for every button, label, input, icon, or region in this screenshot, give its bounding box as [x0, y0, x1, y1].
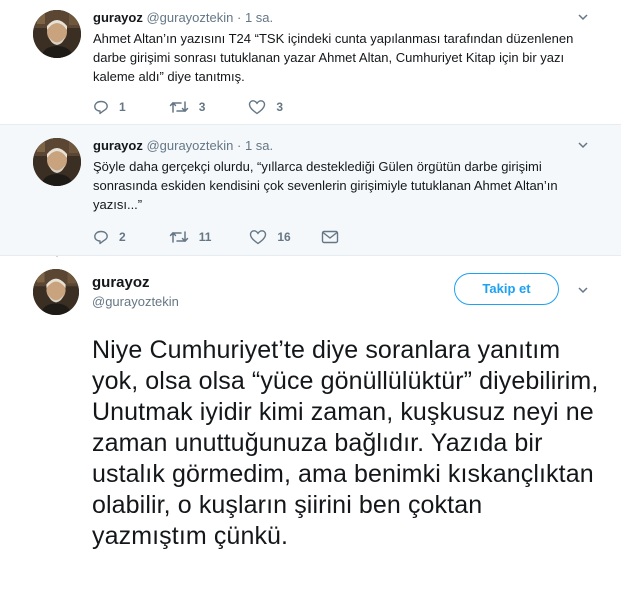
retweet-icon: [169, 231, 188, 243]
reply-count: 1: [119, 100, 126, 114]
author-handle[interactable]: @gurayoztekin: [146, 138, 233, 153]
tweet-text: Şöyle daha gerçekçi olurdu, “yıllarca de…: [93, 159, 558, 212]
tweet-header: gurayoz @gurayoztekin · 1 sa.: [93, 138, 273, 153]
author-name[interactable]: gurayoz: [93, 138, 143, 153]
reply-button[interactable]: 1: [93, 99, 126, 115]
reply-button[interactable]: 2: [93, 229, 126, 245]
tweet-actions: 1 3 3: [93, 99, 326, 115]
tweet-header: gurayoz @gurayoztekin · 1 sa.: [93, 10, 273, 25]
author-handle[interactable]: @gurayoztekin: [92, 294, 179, 309]
thread-tweet[interactable]: gurayoz @gurayoztekin · 1 sa. Şöyle daha…: [0, 124, 621, 256]
like-count: 16: [277, 230, 291, 244]
retweet-button[interactable]: 3: [169, 99, 206, 115]
avatar[interactable]: [33, 269, 79, 315]
chevron-down-icon[interactable]: [575, 283, 591, 299]
reply-icon: [94, 100, 108, 115]
tweet-text: Niye Cumhuriyet’te diye soranlara yanıtı…: [92, 336, 599, 550]
separator-dot: ·: [237, 138, 242, 153]
like-count: 3: [276, 100, 284, 114]
follow-button[interactable]: Takip et: [454, 273, 559, 305]
chevron-down-icon[interactable]: [575, 10, 591, 26]
like-button[interactable]: 3: [248, 99, 283, 115]
heart-icon: [250, 230, 267, 245]
focused-tweet: gurayoz @gurayoztekin Takip et Niye Cumh…: [0, 257, 621, 591]
separator-dot: ·: [237, 10, 242, 25]
avatar[interactable]: [33, 138, 81, 186]
avatar[interactable]: [33, 10, 81, 58]
tweet-actions: 2 11 16: [93, 229, 392, 245]
tweet-text: Ahmet Altan’ın yazısını T24 “TSK içindek…: [93, 31, 574, 84]
reply-icon: [94, 230, 108, 245]
retweet-count: 3: [198, 100, 206, 114]
retweet-button[interactable]: 11: [169, 229, 212, 245]
thread-tweet[interactable]: gurayoz @gurayoztekin · 1 sa. Ahmet Alta…: [0, 0, 621, 124]
heart-icon: [249, 100, 266, 115]
timestamp[interactable]: 1 sa.: [245, 10, 273, 25]
direct-message-button[interactable]: [321, 229, 349, 245]
author-name[interactable]: gurayoz: [93, 10, 143, 25]
chevron-down-icon[interactable]: [575, 138, 591, 154]
retweet-count: 11: [198, 230, 212, 244]
like-button[interactable]: 16: [249, 229, 291, 245]
retweet-icon: [169, 101, 188, 113]
reply-count: 2: [119, 230, 126, 244]
author-name[interactable]: gurayoz: [92, 274, 150, 291]
timestamp[interactable]: 1 sa.: [245, 138, 273, 153]
author-handle[interactable]: @gurayoztekin: [146, 10, 233, 25]
envelope-icon: [321, 230, 338, 244]
